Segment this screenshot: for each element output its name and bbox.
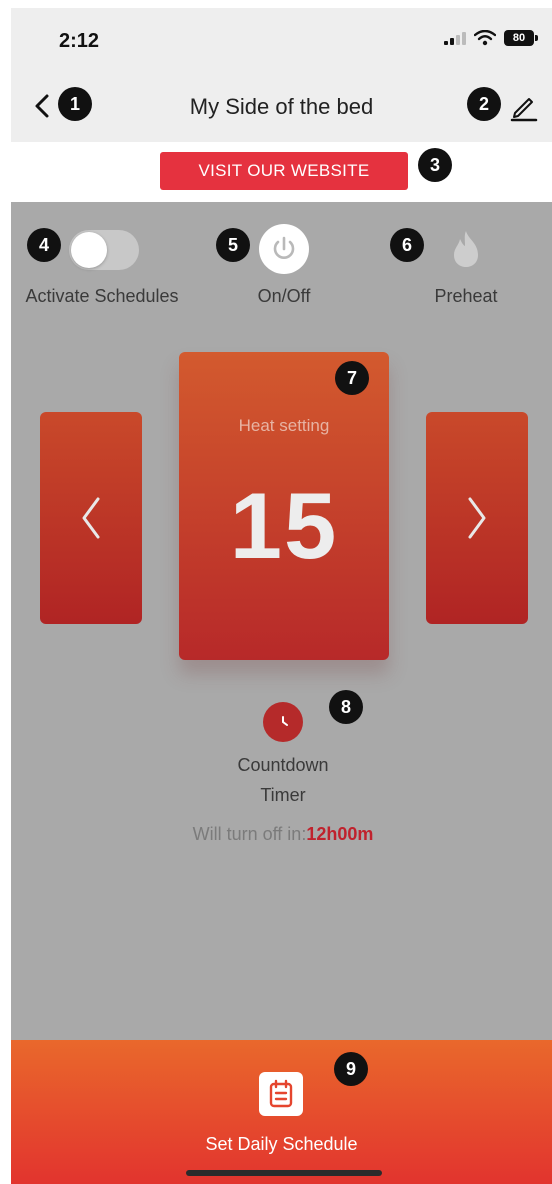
toggle-knob [71,232,107,268]
heat-setting-value: 15 [229,473,339,578]
turn-off-prefix: Will turn off in: [192,824,307,844]
callout-marker-9: 9 [334,1052,368,1086]
callout-marker-5: 5 [216,228,250,262]
power-button[interactable] [259,224,309,274]
status-bar: 2:12 80 [11,8,552,70]
status-icons: 80 [444,30,538,46]
clock-icon [282,716,288,726]
flame-icon [454,231,478,267]
callout-marker-8: 8 [329,690,363,724]
decrease-heat-button[interactable] [40,412,142,624]
callout-marker-3: 3 [418,148,452,182]
set-daily-schedule-label: Set Daily Schedule [205,1134,358,1154]
callout-marker-2: 2 [467,87,501,121]
main-panel: Activate Schedules On/Off Preheat Heat s… [11,202,552,1040]
callout-marker-1: 1 [58,87,92,121]
activate-schedules-toggle[interactable] [69,230,139,270]
bottom-bar: Set Daily Schedule [11,1040,552,1184]
countdown-timer-button[interactable] [263,702,303,742]
phone-screen: 2:12 80 My Side of the bed VISIT OUR WEB… [11,8,552,1184]
preheat-label: Preheat [434,286,498,306]
preheat-button[interactable] [446,226,486,272]
power-icon [273,236,295,259]
set-daily-schedule-button[interactable] [259,1072,303,1116]
increase-heat-button[interactable] [426,412,528,624]
signal-icon [444,31,466,45]
countdown-label-line1: Countdown [237,755,329,775]
turn-off-status: Will turn off in:12h00m [111,824,455,845]
turn-off-value: 12h00m [306,824,374,844]
heat-setting-card: Heat setting 15 [179,352,389,660]
visit-website-button[interactable]: VISIT OUR WEBSITE [160,152,408,190]
pencil-icon [510,98,538,122]
edit-button[interactable] [506,88,540,124]
wifi-icon [474,30,496,46]
home-indicator [186,1170,382,1176]
callout-marker-7: 7 [335,361,369,395]
calendar-icon [269,1079,293,1108]
countdown-label-line2: Timer [260,785,306,805]
battery-icon: 80 [504,30,538,46]
heat-setting-label: Heat setting [238,416,330,435]
power-label: On/Off [257,286,311,306]
callout-marker-4: 4 [27,228,61,262]
callout-marker-6: 6 [390,228,424,262]
countdown-timer-label: Countdown Timer [183,750,383,810]
status-time: 2:12 [59,30,100,52]
chevron-right-icon [468,497,486,539]
activate-schedules-label: Activate Schedules [25,286,179,306]
chevron-left-icon [82,497,100,539]
website-bar: VISIT OUR WEBSITE [11,142,552,202]
